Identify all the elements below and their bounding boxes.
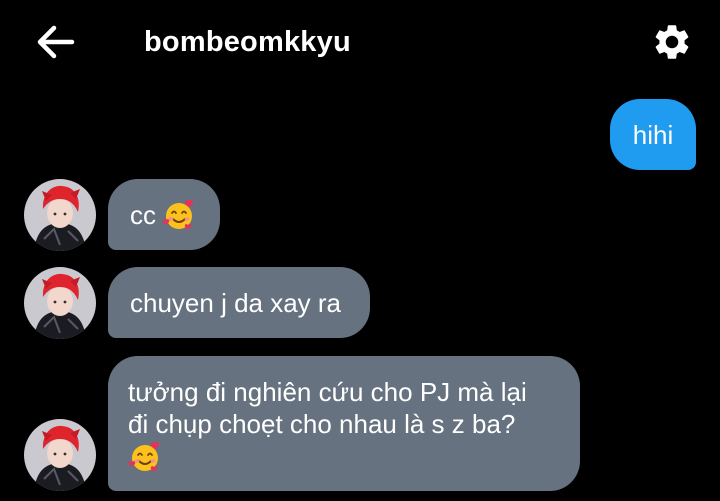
incoming-message-bubble[interactable]: cc	[108, 179, 220, 250]
message-text: chuyen j da xay ra	[130, 287, 342, 318]
avatar-photo	[24, 419, 96, 491]
back-button[interactable]	[34, 22, 78, 62]
chat-header: bombeomkkyu	[0, 0, 720, 84]
smiling-face-with-hearts-icon	[162, 199, 194, 230]
incoming-message-bubble[interactable]: chuyen j da xay ra	[108, 267, 370, 338]
avatar-photo	[24, 179, 96, 251]
avatar[interactable]	[24, 267, 96, 339]
avatar[interactable]	[24, 179, 96, 251]
arrow-left-icon	[37, 25, 75, 59]
message-text: cc	[130, 199, 156, 230]
conversation-title[interactable]: bombeomkkyu	[144, 24, 351, 60]
smiling-face-with-hearts-icon	[128, 441, 160, 472]
avatar-photo	[24, 267, 96, 339]
message-text: hihi	[632, 119, 674, 150]
settings-button[interactable]	[648, 18, 696, 66]
message-text: tưởng đi nghiên cứu cho PJ mà lại đi chụ…	[128, 376, 527, 474]
message-line: đi chụp choẹt cho nhau là s z ba?	[128, 409, 516, 439]
message-line: tưởng đi nghiên cứu cho PJ mà lại	[128, 377, 527, 407]
gear-icon	[655, 25, 689, 59]
incoming-message-bubble[interactable]: tưởng đi nghiên cứu cho PJ mà lại đi chụ…	[108, 356, 580, 491]
outgoing-message-bubble[interactable]: hihi	[610, 99, 696, 170]
avatar[interactable]	[24, 419, 96, 491]
